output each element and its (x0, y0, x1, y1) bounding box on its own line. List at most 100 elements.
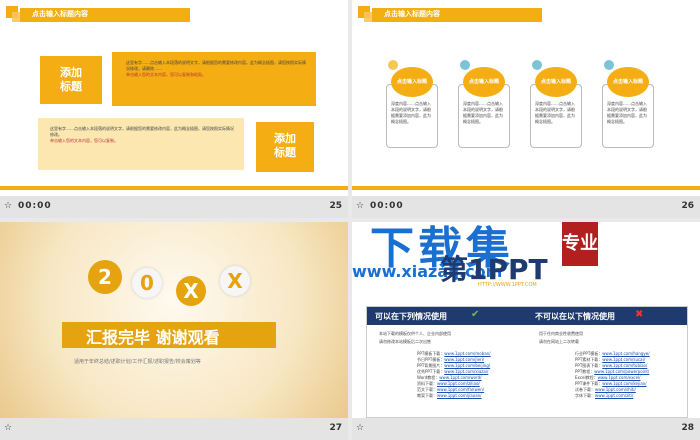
link-url[interactable]: www.1ppt.com/kejian/ (602, 381, 646, 386)
slide-header: 点击输入标题内容 (0, 6, 348, 22)
slide-status-bar: ☆ 27 (0, 418, 348, 440)
link-url[interactable]: www.1ppt.com/moban/ (444, 351, 490, 356)
slide-number: 28 (681, 423, 694, 433)
link-row: 教案下载：www.1ppt.com/jiaoan/ (417, 393, 491, 399)
link-label: Word教程： (417, 375, 440, 380)
left-link-list: PPT模板下载：www.1ppt.com/moban/节日PPT模板：www.1… (417, 351, 491, 399)
link-label: 节日PPT模板： (417, 357, 445, 362)
usage-table: 可以在下列情况使用 ✔ 不可以在以下情况使用 ✖ 本站下载的模板仅供个人、企业内… (366, 306, 688, 418)
link-url[interactable]: www.1ppt.com/jiaoan/ (437, 393, 482, 398)
slide-26-canvas: 点击输入标题内容 点击输入标题 深度内容……点击输入本段的说明文字，请根据需要添… (352, 0, 700, 196)
slide-header: 点击输入标题内容 (352, 6, 700, 22)
closing-subtitle: 适用于年终总结/述职计划/工作汇报/述职报告/校会策划等 (74, 359, 201, 365)
header-bar: 点击输入标题内容 (372, 8, 542, 22)
paragraph-bottom: 这里有字……点击输入本段落的说明文字，请根据您的需要修改内容，此为概念插图，请您… (50, 126, 236, 144)
transition-icon[interactable]: ☆ (356, 423, 364, 433)
timing-label: 00:00 (18, 201, 52, 211)
cross-icon: ✖ (635, 309, 644, 320)
link-label: PPT图表下载： (575, 363, 603, 368)
header-bar: 点击输入标题内容 (20, 8, 190, 22)
card-title: 点击输入标题 (607, 67, 649, 97)
card-dot-icon (460, 60, 470, 70)
left-point-2: 请勿修改本站模板后二次出售 (379, 339, 431, 344)
card-text: 深度内容……点击输入本段的说明文字，请根据需要添加内容，此为概念插图。 (607, 101, 647, 124)
year-digit-0: 0 (132, 268, 162, 298)
card-title: 点击输入标题 (535, 67, 577, 97)
link-label: PPT素材下载： (575, 357, 603, 362)
card-text: 深度内容……点击输入本段的说明文字，请根据需要添加内容，此为概念插图。 (391, 101, 431, 124)
link-label: Excel教程： (575, 375, 598, 380)
card-title: 点击输入标题 (391, 67, 433, 97)
slide-status-bar: ☆ 00:00 25 (0, 196, 348, 218)
paragraph-top-red: 单击输入您的文本内容，您可以复制和粘贴。 (126, 72, 206, 77)
card-dot-icon (532, 60, 542, 70)
slide-thumbnail-28[interactable]: 下载集 专业 www.xiazaij.com 第1PPT HTTP://WWW.… (352, 222, 700, 440)
info-card-4: 点击输入标题 深度内容……点击输入本段的说明文字，请根据需要添加内容，此为概念插… (602, 67, 654, 148)
slide-number: 27 (329, 423, 342, 433)
header-title: 点击输入标题内容 (384, 10, 440, 18)
link-url[interactable]: www.1ppt.com/powerpoint/ (594, 369, 649, 374)
slide-25-canvas: 点击输入标题内容 添加 标题 这里有字……点击输入本段落的说明文字，请根据您的需… (0, 0, 348, 196)
card-dot-icon (604, 60, 614, 70)
link-url[interactable]: www.1ppt.com/sucai/ (602, 357, 645, 362)
link-label: 优秀PPT下载： (417, 369, 445, 374)
link-url[interactable]: www.1ppt.com/excel/ (598, 375, 641, 380)
slide-28-canvas: 下载集 专业 www.xiazaij.com 第1PPT HTTP://WWW.… (352, 222, 700, 418)
slide-thumbnail-26[interactable]: 点击输入标题内容 点击输入标题 深度内容……点击输入本段的说明文字，请根据需要添… (352, 0, 700, 218)
can-use-header: 可以在下列情况使用 (375, 312, 447, 321)
link-url[interactable]: www.1ppt.com/jieri/ (444, 357, 484, 362)
bottom-stripe (0, 186, 348, 190)
slide-status-bar: ☆ 00:00 26 (352, 196, 700, 218)
link-url[interactable]: www.1ppt.com/shiti/ (595, 387, 636, 392)
bottom-stripe (352, 186, 700, 190)
header-title: 点击输入标题内容 (32, 10, 88, 18)
right-point-2: 请勿在网站上二次转载 (539, 339, 579, 344)
link-label: 资料下载： (417, 381, 437, 386)
right-point-1: 用于任何商业性收费使用 (539, 331, 583, 336)
transition-icon[interactable]: ☆ (4, 423, 12, 433)
paragraph-top-text: 这里有字……点击输入本段落的说明文字，请根据您的需要修改内容。此为概念插图，请您… (126, 60, 306, 71)
cannot-use-header: 不可以在以下情况使用 (535, 312, 615, 321)
slide-27-canvas: 2 0 X X 汇报完毕 谢谢观看 适用于年终总结/述职计划/工作汇报/述职报告… (0, 222, 348, 418)
link-url[interactable]: www.1ppt.com/ziti/ (595, 393, 633, 398)
title-box-right: 添加 标题 (256, 122, 314, 172)
watermark-seal: 专业 (562, 222, 598, 266)
slide-number: 26 (681, 201, 694, 211)
link-label: PPT模板下载： (417, 351, 445, 356)
link-label: PPT教程： (575, 369, 595, 374)
info-card-2: 点击输入标题 深度内容……点击输入本段的说明文字，请根据需要添加内容，此为概念插… (458, 67, 510, 148)
card-text: 深度内容……点击输入本段的说明文字，请根据需要添加内容，此为概念插图。 (535, 101, 575, 124)
checkmark-icon: ✔ (471, 309, 480, 320)
link-url[interactable]: www.1ppt.com/fanwen/ (437, 387, 484, 392)
link-label: 字体下载： (575, 393, 595, 398)
slide-thumbnail-25[interactable]: 点击输入标题内容 添加 标题 这里有字……点击输入本段落的说明文字，请根据您的需… (0, 0, 348, 218)
link-label: PPT背景图片： (417, 363, 445, 368)
link-url[interactable]: www.1ppt.com/ziliao/ (437, 381, 480, 386)
link-row: 字体下载：www.1ppt.com/ziti/ (575, 393, 650, 399)
year-digit-2: 2 (88, 260, 122, 294)
link-label: 教案下载： (417, 393, 437, 398)
title-box-left: 添加 标题 (40, 56, 102, 104)
paragraph-bottom-text: 这里有字……点击输入本段落的说明文字，请根据您的需要修改内容，此为概念插图，请您… (50, 126, 234, 137)
year-digit-x2: X (220, 266, 250, 296)
link-url[interactable]: www.1ppt.com/tubiao/ (602, 363, 647, 368)
link-url[interactable]: www.1ppt.com/xiazai/ (444, 369, 488, 374)
link-label: PPT课件下载： (575, 381, 603, 386)
card-dot-icon (388, 60, 398, 70)
info-card-3: 点击输入标题 深度内容……点击输入本段的说明文字，请根据需要添加内容，此为概念插… (530, 67, 582, 148)
link-url[interactable]: www.1ppt.com/beijing/ (444, 363, 490, 368)
site-url: HTTP://WWW.1PPT.COM (478, 282, 537, 288)
transition-icon[interactable]: ☆ (356, 201, 364, 211)
paragraph-top: 这里有字……点击输入本段落的说明文字，请根据您的需要修改内容。此为概念插图，请您… (126, 60, 306, 78)
paragraph-bottom-red: 单击输入您的文本内容，您可以复制。 (50, 138, 118, 143)
link-label: 试卷下载： (575, 387, 595, 392)
slide-thumbnail-27[interactable]: 2 0 X X 汇报完毕 谢谢观看 适用于年终总结/述职计划/工作汇报/述职报告… (0, 222, 348, 440)
link-url[interactable]: www.1ppt.com/hangye/ (602, 351, 649, 356)
transition-icon[interactable]: ☆ (4, 201, 12, 211)
timing-label: 00:00 (370, 201, 404, 211)
card-text: 深度内容……点击输入本段的说明文字，请根据需要添加内容，此为概念插图。 (463, 101, 503, 124)
link-label: 范文下载： (417, 387, 437, 392)
link-label: 行业PPT模板： (575, 351, 603, 356)
card-title: 点击输入标题 (463, 67, 505, 97)
link-url[interactable]: www.1ppt.com/word/ (439, 375, 481, 380)
